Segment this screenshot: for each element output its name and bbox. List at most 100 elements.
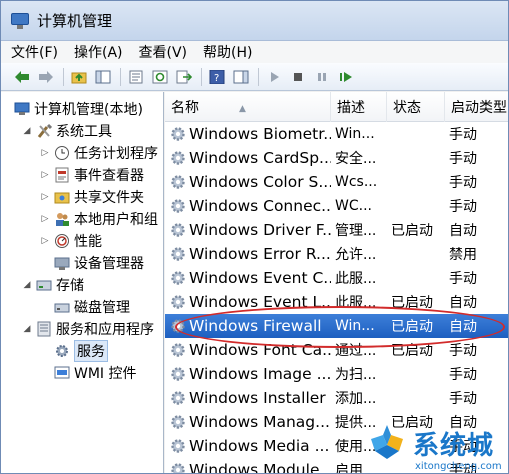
service-startup-type: 自动 — [449, 319, 477, 335]
show-action-pane-icon[interactable] — [232, 68, 250, 86]
service-gear-icon — [171, 127, 185, 141]
service-row[interactable]: Windows Image ... 为扫... 手动 — [165, 362, 508, 386]
service-startup-type: 自动 — [449, 295, 477, 311]
service-startup-type: 手动 — [449, 343, 477, 359]
toolbar: ? — [1, 63, 508, 91]
tree-services[interactable]: 服务 — [53, 340, 108, 362]
service-row[interactable]: Windows Error R... 允许... 禁用 — [165, 242, 508, 266]
service-startup-type: 手动 — [449, 127, 477, 143]
column-header-name[interactable]: ▲ 名称 — [165, 92, 331, 122]
tree-performance[interactable]: ▷ 性能 — [39, 230, 102, 252]
svg-text:?: ? — [214, 73, 219, 84]
menu-action[interactable]: 操作(A) — [74, 42, 123, 62]
show-tree-icon[interactable] — [94, 68, 112, 86]
restart-service-icon[interactable] — [337, 68, 355, 86]
tree-storage[interactable]: ◢ 存储 — [21, 274, 84, 296]
service-row[interactable]: Windows CardSp... 安全... 手动 — [165, 146, 508, 170]
service-gear-icon — [171, 391, 185, 405]
service-row[interactable]: Windows Font Ca... 通过... 已启动 手动 — [165, 338, 508, 362]
service-row[interactable]: Windows Event C... 此服... 手动 — [165, 266, 508, 290]
pause-service-icon[interactable] — [313, 68, 331, 86]
service-description: Win... — [335, 126, 375, 142]
service-row[interactable]: Windows Driver F... 管理... 已启动 自动 — [165, 218, 508, 242]
service-gear-icon — [171, 151, 185, 165]
service-row-selected[interactable]: Windows Firewall Win... 已启动 自动 — [165, 314, 508, 338]
service-row[interactable]: Windows Event L... 此服... 已启动 自动 — [165, 290, 508, 314]
tree-event-viewer[interactable]: ▷ 事件查看器 — [39, 164, 144, 186]
menu-bar: 文件(F) 操作(A) 查看(V) 帮助(H) — [1, 41, 508, 63]
service-name: Windows Biometr... — [165, 125, 331, 143]
service-startup-type: 手动 — [449, 175, 477, 191]
expand-arrow-icon[interactable]: ▷ — [39, 148, 51, 158]
computer-icon — [13, 101, 31, 117]
service-startup-type: 手动 — [449, 391, 477, 407]
service-name: Windows Module... — [165, 461, 331, 473]
tree-local-users[interactable]: ▷ 本地用户和组 — [39, 208, 158, 230]
service-row[interactable]: Windows Connec... WC... 手动 — [165, 194, 508, 218]
expand-arrow-icon[interactable]: ▷ — [39, 192, 51, 202]
collapse-arrow-icon[interactable]: ◢ — [21, 324, 33, 334]
clock-icon — [53, 145, 71, 161]
services-list: ▲ 名称 描述 状态 启动类型 Windows Biometr... Win...… — [165, 92, 508, 473]
service-row[interactable]: Windows Module... 启用... 手动 — [165, 458, 508, 473]
service-status: 已启动 — [391, 223, 433, 239]
up-folder-icon[interactable] — [70, 68, 88, 86]
service-description: 管理... — [335, 223, 377, 239]
expand-arrow-icon[interactable]: ▷ — [39, 214, 51, 224]
menu-help[interactable]: 帮助(H) — [203, 42, 252, 62]
stop-service-icon[interactable] — [289, 68, 307, 86]
properties-icon[interactable] — [127, 68, 145, 86]
collapse-arrow-icon[interactable]: ◢ — [21, 126, 33, 136]
service-gear-icon — [171, 175, 185, 189]
service-gear-icon — [171, 439, 185, 453]
service-row[interactable]: Windows Manag... 提供... 已启动 自动 — [165, 410, 508, 434]
refresh-icon[interactable] — [151, 68, 169, 86]
tree-device-manager[interactable]: 设备管理器 — [53, 252, 144, 274]
export-icon[interactable] — [175, 68, 193, 86]
tree-task-scheduler[interactable]: ▷ 任务计划程序 — [39, 142, 158, 164]
computer-management-icon — [11, 12, 29, 29]
tree-root[interactable]: 计算机管理(本地) — [13, 98, 143, 120]
service-row[interactable]: Windows Biometr... Win... 手动 — [165, 122, 508, 146]
expand-arrow-icon[interactable]: ▷ — [39, 170, 51, 180]
expand-arrow-icon[interactable]: ▷ — [39, 236, 51, 246]
service-gear-icon — [171, 319, 185, 333]
service-description: 通过... — [335, 343, 377, 359]
service-gear-icon — [171, 223, 185, 237]
shared-folder-icon — [53, 189, 71, 205]
service-startup-type: 禁用 — [449, 247, 477, 263]
service-startup-type: 手动 — [449, 367, 477, 383]
menu-file[interactable]: 文件(F) — [11, 42, 58, 62]
service-description: 允许... — [335, 247, 377, 263]
forward-icon[interactable] — [37, 68, 55, 86]
back-icon[interactable] — [13, 68, 31, 86]
service-row[interactable]: Windows Color S... Wcs... 手动 — [165, 170, 508, 194]
service-name: Windows Firewall — [165, 317, 331, 335]
column-header-startup-type[interactable]: 启动类型 — [445, 92, 508, 122]
tree-services-apps[interactable]: ◢ 服务和应用程序 — [21, 318, 154, 340]
start-service-icon[interactable] — [265, 68, 283, 86]
tree-shared-folders[interactable]: ▷ 共享文件夹 — [39, 186, 144, 208]
service-gear-icon — [171, 367, 185, 381]
collapse-arrow-icon[interactable]: ◢ — [21, 280, 33, 290]
service-gear-icon — [171, 247, 185, 261]
tree-wmi[interactable]: WMI 控件 — [53, 362, 137, 384]
service-name: Windows Connec... — [165, 197, 331, 215]
tree-disk-management[interactable]: 磁盘管理 — [53, 296, 130, 318]
menu-view[interactable]: 查看(V) — [139, 42, 188, 62]
service-description: Wcs... — [335, 174, 378, 190]
service-row[interactable]: Windows Media ... 使用... 手动 — [165, 434, 508, 458]
service-name: Windows Event C... — [165, 269, 331, 287]
service-name: Windows Font Ca... — [165, 341, 331, 359]
column-header-status[interactable]: 状态 — [387, 92, 445, 122]
help-icon[interactable]: ? — [208, 68, 226, 86]
wmi-icon — [53, 365, 71, 381]
event-log-icon — [53, 167, 71, 183]
service-gear-icon — [171, 295, 185, 309]
tree-system-tools[interactable]: ◢ 系统工具 — [21, 120, 112, 142]
column-header-description[interactable]: 描述 — [331, 92, 387, 122]
service-status: 已启动 — [391, 295, 433, 311]
computer-management-window: 计算机管理 文件(F) 操作(A) 查看(V) 帮助(H) ? 计算机管理(本地… — [0, 0, 509, 474]
service-row[interactable]: Windows Installer 添加... 手动 — [165, 386, 508, 410]
service-description: 为扫... — [335, 367, 377, 383]
